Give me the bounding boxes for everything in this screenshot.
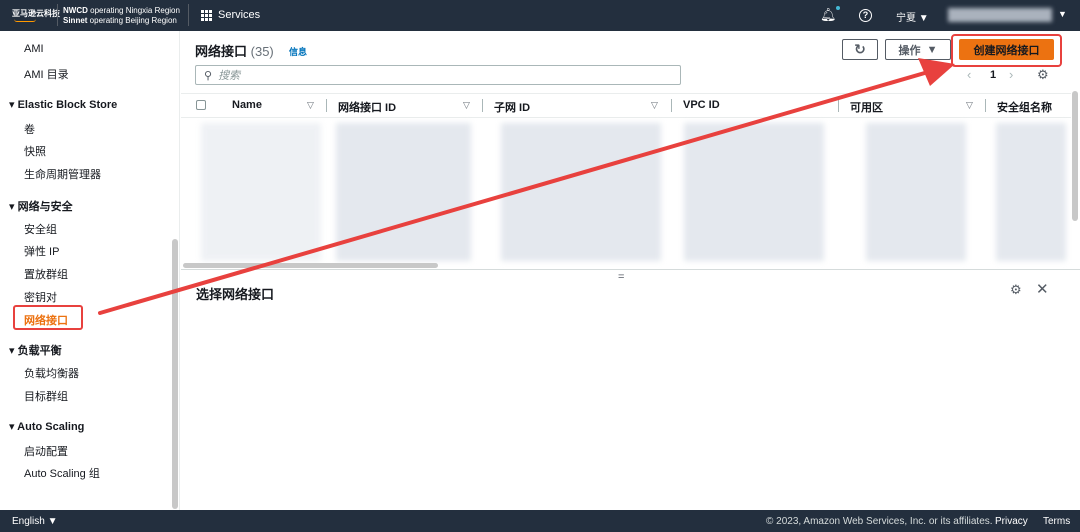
sidebar-section-load-balancing[interactable]: ▾ 负载平衡	[9, 342, 62, 358]
sidebar-item-elastic-ip[interactable]: 弹性 IP	[24, 243, 59, 259]
table-rows-blurred[interactable]	[684, 123, 824, 261]
logo[interactable]: 亚马逊云科技	[12, 8, 60, 19]
highlight-box	[13, 305, 83, 330]
settings-icon[interactable]: ⚙	[1037, 67, 1049, 83]
column-resizer[interactable]	[985, 99, 986, 112]
search-placeholder: 搜索	[218, 70, 241, 82]
sort-icon[interactable]: ▽	[463, 100, 470, 111]
sidebar-item-lifecycle[interactable]: 生命周期管理器	[24, 166, 101, 182]
sidebar-item-security-groups[interactable]: 安全组	[24, 221, 57, 237]
divider	[181, 93, 1071, 94]
sidebar-section-auto-scaling[interactable]: ▾ Auto Scaling	[9, 420, 84, 433]
column-header-sg-name[interactable]: 安全组名称	[997, 99, 1052, 115]
chevron-down-icon[interactable]: ▼	[1058, 9, 1067, 19]
sidebar: AMI AMI 目录 ▾ Elastic Block Store 卷 快照 生命…	[0, 31, 180, 510]
top-nav: 亚马逊云科技 NWCD operating Ningxia Region Sin…	[0, 0, 1080, 31]
page-number[interactable]: 1	[990, 69, 996, 81]
region-label: 宁夏	[896, 13, 916, 24]
column-header-az[interactable]: 可用区	[850, 99, 883, 115]
column-resizer[interactable]	[326, 99, 327, 112]
sort-icon[interactable]: ▽	[651, 100, 658, 111]
info-link[interactable]: 信息	[289, 45, 307, 58]
table-rows-blurred[interactable]	[201, 123, 321, 261]
column-header-name[interactable]: Name	[232, 99, 262, 111]
divider	[57, 4, 58, 26]
next-page-button[interactable]: ›	[1009, 67, 1013, 82]
sidebar-item-snapshots[interactable]: 快照	[24, 143, 46, 159]
sidebar-item-placement-groups[interactable]: 置放群组	[24, 266, 68, 282]
table-rows-blurred[interactable]	[866, 123, 966, 261]
table-rows-blurred[interactable]	[996, 123, 1066, 261]
sort-icon[interactable]: ▽	[307, 100, 314, 111]
sidebar-item-load-balancers[interactable]: 负载均衡器	[24, 365, 79, 381]
sidebar-item-key-pairs[interactable]: 密钥对	[24, 289, 57, 305]
logo-smile-icon	[14, 19, 36, 22]
select-all-checkbox[interactable]	[196, 100, 206, 110]
account-menu[interactable]	[948, 8, 1052, 22]
highlight-box	[951, 34, 1062, 67]
sidebar-section-ebs[interactable]: ▾ Elastic Block Store	[9, 98, 117, 111]
close-icon[interactable]: ✕	[1036, 280, 1049, 298]
divider	[188, 4, 189, 26]
search-input[interactable]: ⚲ 搜索	[195, 65, 681, 85]
column-resizer[interactable]	[482, 99, 483, 112]
help-icon[interactable]: ?	[859, 9, 872, 22]
refresh-icon: ↻	[854, 41, 866, 57]
sidebar-item-target-groups[interactable]: 目标群组	[24, 388, 68, 404]
sidebar-item-ami[interactable]: AMI	[24, 43, 44, 55]
grid-icon	[201, 9, 212, 21]
horizontal-scrollbar[interactable]	[183, 263, 438, 268]
table-rows-blurred[interactable]	[336, 123, 471, 261]
notification-dot	[836, 6, 840, 10]
column-resizer[interactable]	[838, 99, 839, 112]
bell-icon[interactable]: 🔔︎	[820, 7, 837, 23]
column-resizer[interactable]	[671, 99, 672, 112]
footer: English ▼ © 2023, Amazon Web Services, I…	[0, 510, 1080, 532]
column-header-eni-id[interactable]: 网络接口 ID	[338, 99, 396, 115]
sidebar-item-asg[interactable]: Auto Scaling 组	[24, 465, 100, 481]
sort-icon[interactable]: ▽	[966, 100, 973, 111]
terms-link[interactable]: Terms	[1043, 516, 1070, 527]
services-label: Services	[218, 9, 261, 21]
prev-page-button[interactable]: ‹	[967, 67, 971, 82]
actions-button[interactable]: 操作 ▼	[885, 39, 951, 60]
privacy-link[interactable]: Privacy	[995, 516, 1028, 527]
drag-handle-icon[interactable]: =	[618, 271, 624, 283]
main-content: 网络接口 (35) 信息 ↻ 操作 ▼ 创建网络接口 ⚲ 搜索 ‹ 1 › ⚙ …	[181, 31, 1080, 510]
services-menu[interactable]: Services	[201, 9, 260, 21]
sidebar-item-ami-catalog[interactable]: AMI 目录	[24, 66, 69, 82]
divider	[181, 117, 1071, 118]
language-selector[interactable]: English ▼	[12, 516, 58, 527]
sidebar-item-launch-configs[interactable]: 启动配置	[24, 443, 68, 459]
page-title: 网络接口 (35)	[195, 44, 274, 59]
sidebar-item-volumes[interactable]: 卷	[24, 121, 35, 137]
sidebar-scrollbar[interactable]	[172, 239, 178, 509]
column-header-vpc-id[interactable]: VPC ID	[683, 99, 720, 111]
settings-icon[interactable]: ⚙	[1010, 282, 1022, 298]
refresh-button[interactable]: ↻	[842, 39, 878, 60]
table-rows-blurred[interactable]	[501, 123, 661, 261]
detail-panel-title: 选择网络接口	[196, 287, 275, 302]
sidebar-section-network[interactable]: ▾ 网络与安全	[9, 198, 73, 214]
vertical-scrollbar[interactable]	[1072, 91, 1078, 221]
column-header-subnet-id[interactable]: 子网 ID	[494, 99, 530, 115]
region-partner-info: NWCD operating Ningxia Region Sinnet ope…	[63, 6, 180, 25]
split-divider[interactable]	[181, 269, 1080, 270]
copyright: © 2023, Amazon Web Services, Inc. or its…	[766, 516, 993, 527]
region-selector[interactable]: 宁夏 ▼	[896, 9, 929, 24]
search-icon: ⚲	[204, 69, 213, 82]
